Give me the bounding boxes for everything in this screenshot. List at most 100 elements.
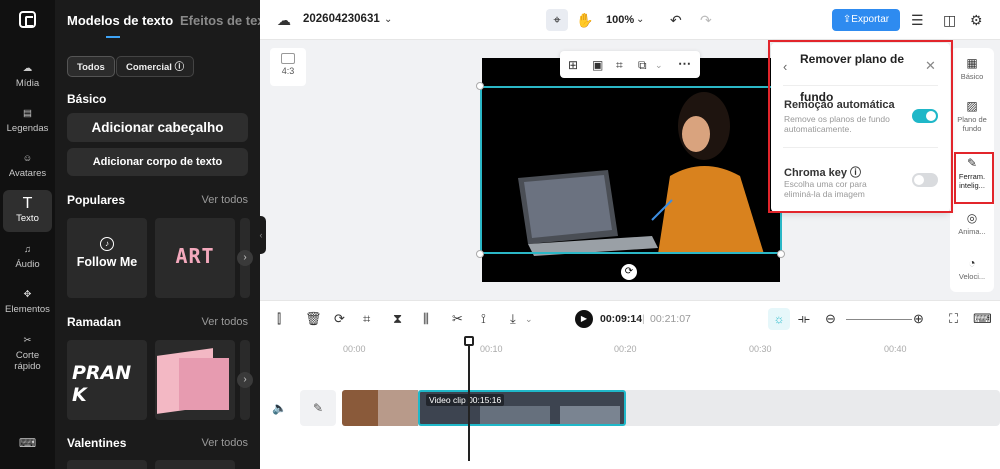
playhead[interactable] <box>468 336 470 461</box>
speed-icon[interactable]: ⟳ <box>334 311 345 327</box>
undo-icon[interactable]: ↶ <box>670 12 682 28</box>
chevron-down-icon[interactable]: ⌄ <box>636 12 644 28</box>
zoom-out-icon[interactable]: ⊖ <box>825 311 836 327</box>
auto-removal-title: Remoção automática <box>784 99 895 111</box>
layers-icon[interactable]: ☰ <box>911 12 924 28</box>
replace-icon[interactable]: ⧉ <box>638 57 647 73</box>
timeline: 00:00 00:10 00:20 00:30 00:40 🔈 ✎ Video … <box>260 336 1000 469</box>
template-card-prank[interactable]: PRAN K <box>67 340 147 420</box>
export-button[interactable]: ⇪Exportar <box>832 9 900 31</box>
rail-item-animation[interactable]: ◎ Anima... <box>952 211 992 236</box>
edit-cover-icon[interactable]: ✎ <box>300 390 336 426</box>
rail-item-label: Básico <box>960 72 984 81</box>
template-card-follow-me[interactable]: ♪ Follow Me <box>67 218 147 298</box>
rail-item-label: Plano de fundo <box>957 115 987 133</box>
fit-screen-icon[interactable]: ⛶ <box>949 311 958 327</box>
tab-text-templates[interactable]: Modelos de texto <box>67 13 173 28</box>
comment-icon[interactable]: ⌨ <box>973 311 992 327</box>
flip-icon[interactable]: ⧗ <box>393 311 402 327</box>
remove-background-icon[interactable]: ✂ <box>452 311 463 327</box>
video-clip-selected[interactable]: Video clip 00:15:16 <box>418 390 626 426</box>
capcut-logo-icon[interactable] <box>19 11 36 28</box>
see-all-ramadan-link[interactable]: Ver todos <box>202 316 248 328</box>
crop-icon[interactable]: ⌗ <box>363 311 370 327</box>
settings-gear-icon[interactable]: ⚙ <box>970 12 983 28</box>
selection-frame[interactable] <box>480 86 782 254</box>
total-time: 00:21:07 <box>650 313 691 325</box>
rail-item-avatars[interactable]: ☺ Avatares <box>3 150 52 182</box>
chevron-down-icon[interactable]: ⌄ <box>384 12 392 28</box>
auto-removal-desc: Remove os planos de fundo automaticament… <box>784 114 890 134</box>
filter-chip-commercial[interactable]: Comercial ⓘ <box>116 56 195 77</box>
zoom-slider[interactable] <box>846 319 912 320</box>
rail-item-text[interactable]: T Texto <box>3 190 52 232</box>
chroma-key-desc: Escolha uma cor para eliminá-la da image… <box>784 179 867 199</box>
rotate-icon[interactable]: ⟳ <box>621 264 637 280</box>
split-view-icon[interactable]: ⟛ <box>798 311 810 327</box>
resize-handle[interactable] <box>777 250 785 258</box>
scroll-right-button[interactable]: › <box>237 372 253 388</box>
time-separator: | <box>642 313 645 325</box>
freeze-icon[interactable]: ⫼ <box>423 311 429 327</box>
keyboard-icon[interactable]: ⌨ <box>3 436 52 454</box>
crop-icon[interactable]: ⌗ <box>616 57 623 73</box>
hand-tool-icon[interactable]: ✋ <box>576 12 593 28</box>
chevron-down-icon[interactable]: ⌄ <box>655 57 663 73</box>
clip-info: Video clip 00:15:16 <box>426 394 505 406</box>
download-icon[interactable]: ⤓ <box>510 311 516 327</box>
project-name[interactable]: 202604230631 <box>303 13 380 25</box>
template-card[interactable] <box>67 460 147 469</box>
rail-item-media[interactable]: ☁ Mídia <box>3 60 52 92</box>
delete-icon[interactable]: 🗑 <box>305 311 322 327</box>
smart-cut-icon[interactable]: ⟟ <box>481 311 486 327</box>
rail-item-quick-cut[interactable]: ✂ Corte rápido <box>3 332 52 374</box>
rail-item-smart-tools[interactable]: ✎ Ferram. intelig... <box>952 156 992 190</box>
see-all-popular-link[interactable]: Ver todos <box>202 194 248 206</box>
rail-item-captions[interactable]: ▤ Legendas <box>3 105 52 137</box>
clip-frame <box>480 406 550 424</box>
mask-icon[interactable]: ▣ <box>592 57 603 73</box>
remove-background-panel: ‹ Remover plano de fundo ✕ Remoção autom… <box>771 43 950 212</box>
tab-text-effects[interactable]: Efeitos de texto <box>180 13 260 28</box>
chevron-down-icon[interactable]: ⌄ <box>525 311 533 327</box>
filter-chip-all[interactable]: Todos <box>67 56 115 77</box>
zoom-in-icon[interactable]: ⊕ <box>913 311 924 327</box>
zoom-level[interactable]: 100% <box>606 14 634 26</box>
captions-icon: ▤ <box>23 108 32 119</box>
divider <box>783 85 938 86</box>
chroma-key-toggle[interactable] <box>912 173 938 187</box>
play-button[interactable]: ▶ <box>575 310 593 328</box>
add-frame-icon[interactable]: ⊞ <box>568 57 578 73</box>
rail-item-background[interactable]: ▨ Plano de fundo <box>952 99 992 133</box>
rail-item-basic[interactable]: ▦ Básico <box>952 56 992 81</box>
add-body-text-button[interactable]: Adicionar corpo de texto <box>67 148 248 176</box>
more-options-icon[interactable]: ⋯ <box>678 56 691 72</box>
auto-removal-toggle[interactable] <box>912 109 938 123</box>
cloud-sync-icon[interactable]: ☁ <box>277 12 291 28</box>
video-clip-thumbnail[interactable] <box>378 390 418 426</box>
see-all-valentines-link[interactable]: Ver todos <box>202 437 248 449</box>
playhead-handle[interactable] <box>464 336 474 346</box>
template-card-text: PRAN K <box>72 362 132 406</box>
video-clip-thumbnail[interactable] <box>342 390 378 426</box>
text-icon: T <box>22 195 33 212</box>
template-card-art[interactable]: ART <box>155 218 235 298</box>
template-card-pink[interactable] <box>155 340 235 420</box>
ai-assist-icon[interactable]: ☼ <box>768 308 790 330</box>
add-heading-button[interactable]: Adicionar cabeçalho <box>67 113 248 142</box>
split-icon[interactable]: ⫿ <box>277 311 281 327</box>
aspect-ratio-button[interactable]: 4:3 <box>270 48 306 86</box>
scroll-right-button[interactable]: › <box>237 250 253 266</box>
resize-handle[interactable] <box>476 82 484 90</box>
template-card[interactable] <box>155 460 235 469</box>
split-panel-icon[interactable]: ◫ <box>943 12 956 28</box>
resize-handle[interactable] <box>476 250 484 258</box>
pointer-tool-icon[interactable]: ⌖ <box>546 9 568 31</box>
rail-item-audio[interactable]: ♫ Áudio <box>3 241 52 273</box>
redo-icon[interactable]: ↷ <box>700 12 712 28</box>
back-arrow-icon[interactable]: ‹ <box>783 59 787 75</box>
rail-item-speed[interactable]: ◔ Veloci... <box>952 256 992 281</box>
close-icon[interactable]: ✕ <box>925 58 936 74</box>
rail-item-elements[interactable]: ✥ Elementos <box>3 286 52 318</box>
audio-volume-icon[interactable]: 🔈 <box>272 400 287 416</box>
